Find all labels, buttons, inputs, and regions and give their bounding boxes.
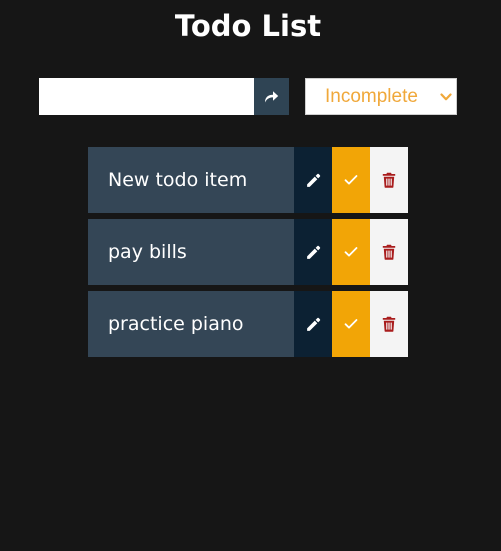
chevron-down-icon (440, 93, 452, 101)
trash-icon (382, 244, 396, 260)
add-todo-button[interactable] (254, 78, 289, 115)
trash-icon (382, 316, 396, 332)
filter-selected-value: Incomplete (325, 85, 418, 107)
check-icon (344, 175, 358, 185)
page-title: Todo List (174, 9, 322, 43)
pencil-icon (306, 317, 320, 331)
todo-list: New todo item pay bills practice piano (88, 147, 408, 363)
todo-item: practice piano (88, 291, 408, 357)
complete-button[interactable] (332, 291, 370, 357)
check-icon (344, 247, 358, 257)
todo-text: pay bills (88, 219, 294, 285)
edit-button[interactable] (294, 147, 332, 213)
edit-button[interactable] (294, 291, 332, 357)
delete-button[interactable] (370, 147, 408, 213)
complete-button[interactable] (332, 147, 370, 213)
delete-button[interactable] (370, 219, 408, 285)
todo-text: practice piano (88, 291, 294, 357)
check-icon (344, 319, 358, 329)
delete-button[interactable] (370, 291, 408, 357)
pencil-icon (306, 245, 320, 259)
edit-button[interactable] (294, 219, 332, 285)
trash-icon (382, 172, 396, 188)
todo-text: New todo item (88, 147, 294, 213)
filter-select[interactable]: Incomplete (305, 78, 457, 115)
pencil-icon (306, 173, 320, 187)
todo-item: pay bills (88, 219, 408, 285)
complete-button[interactable] (332, 219, 370, 285)
todo-input[interactable] (39, 78, 254, 115)
todo-item: New todo item (88, 147, 408, 213)
share-arrow-icon (265, 91, 279, 103)
